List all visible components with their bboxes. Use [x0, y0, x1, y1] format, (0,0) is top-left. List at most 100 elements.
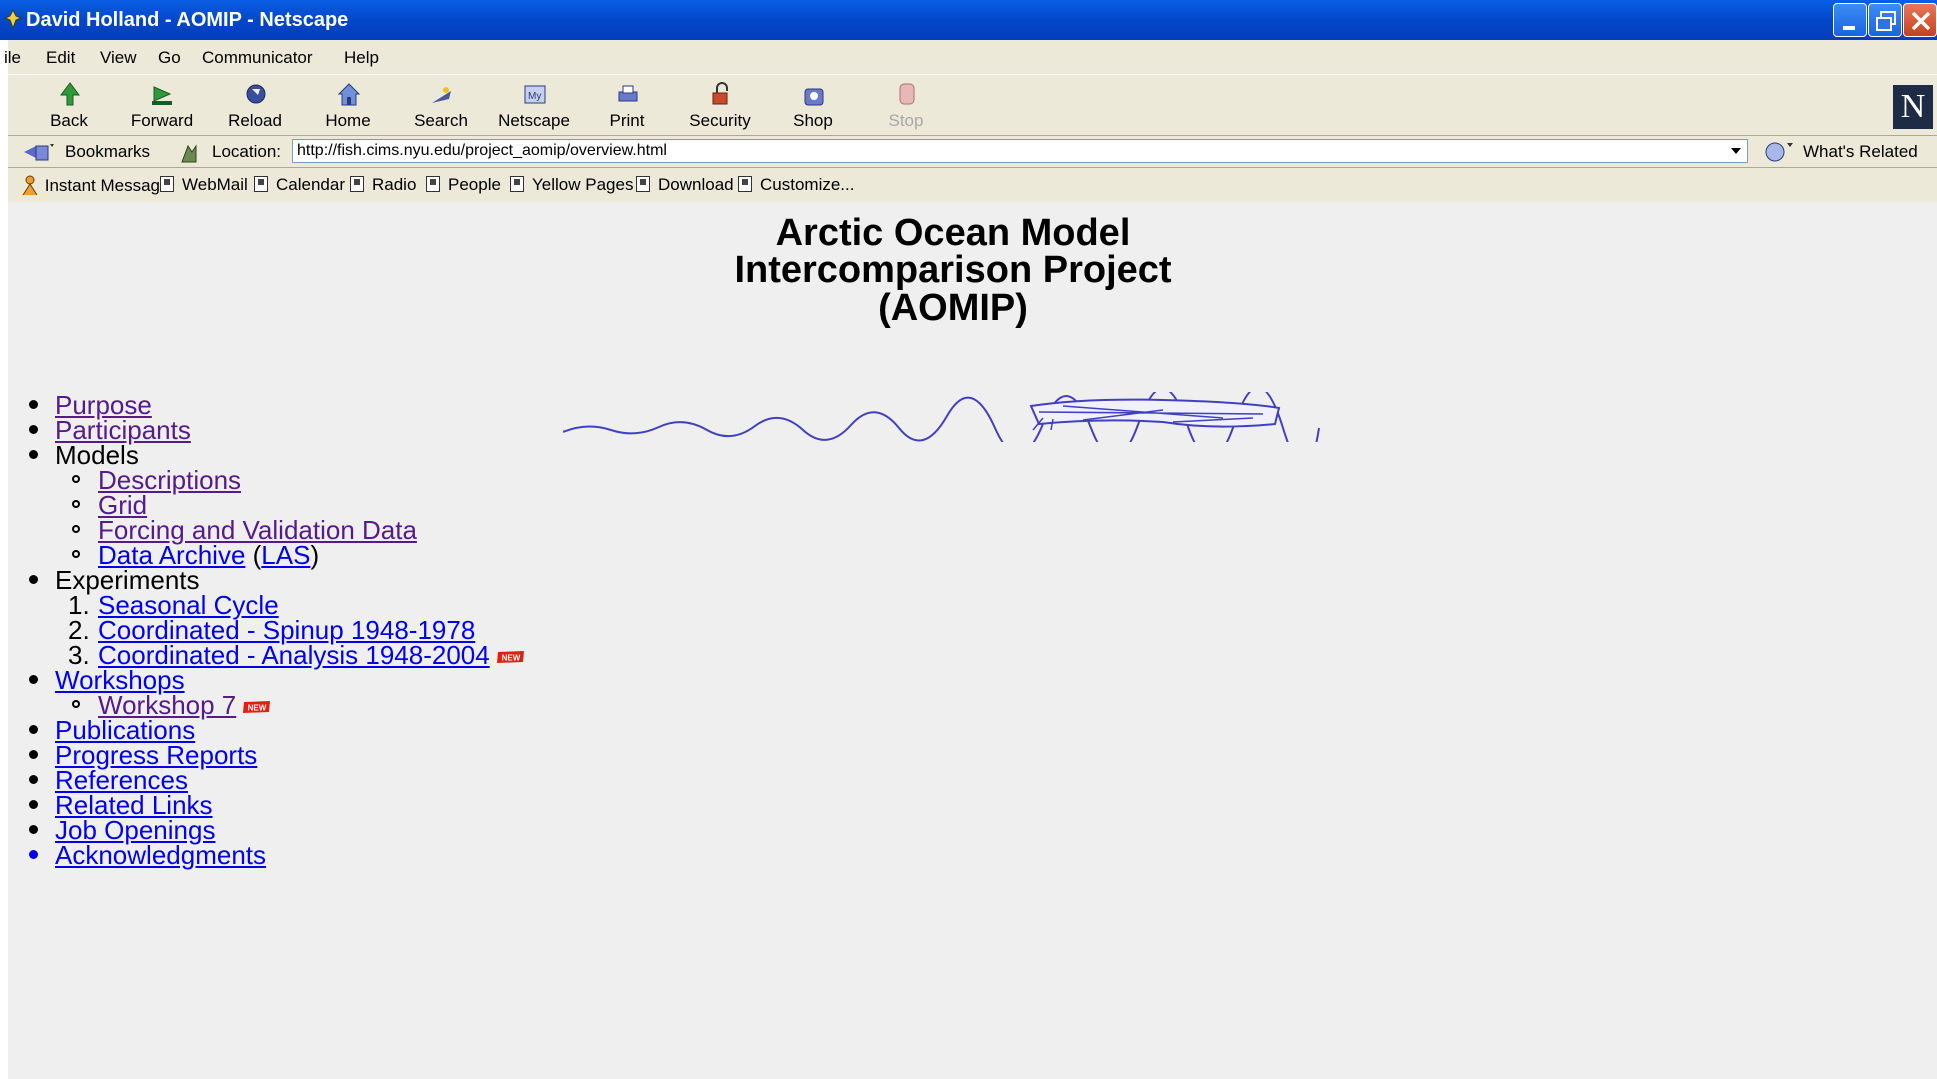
back-button[interactable]: Back: [26, 75, 112, 137]
yellow-pages-button[interactable]: Yellow Pages: [510, 175, 633, 195]
customize-label: Customize...: [760, 175, 855, 194]
whats-related-button[interactable]: What's Related: [1803, 142, 1918, 162]
stop-button[interactable]: Stop: [863, 75, 949, 137]
search-icon: [432, 87, 451, 103]
restore-button[interactable]: [1868, 3, 1902, 37]
reload-button[interactable]: Reload: [212, 75, 298, 137]
menu-file[interactable]: ile: [4, 48, 21, 68]
svg-text:My: My: [528, 91, 541, 102]
webmail-label: WebMail: [182, 175, 248, 194]
las-link[interactable]: LAS: [261, 540, 310, 570]
personal-toolbar: Instant Message WebMail Calendar Radio P…: [8, 168, 1937, 202]
bookmark-icon: [350, 176, 364, 192]
list-bullet: [29, 675, 38, 684]
netscape-logo-icon: N: [1893, 85, 1933, 129]
whats-related-icon[interactable]: [1761, 140, 1797, 164]
print-button[interactable]: Print: [584, 75, 670, 137]
minimize-icon: [1843, 26, 1855, 30]
location-bar: Bookmarks Location: What's Related: [8, 136, 1937, 168]
security-label: Security: [689, 111, 751, 130]
location-label: Location:: [212, 142, 281, 161]
bookmark-icon: [426, 176, 440, 192]
forward-label: Forward: [130, 111, 194, 130]
url-input[interactable]: [292, 139, 1748, 163]
lock-icon: [712, 82, 728, 105]
menu-go[interactable]: Go: [158, 48, 181, 68]
bookmark-icon: [254, 176, 268, 192]
netscape-button[interactable]: My Netscape: [491, 75, 577, 137]
bookmarks-icon[interactable]: [22, 142, 56, 162]
stop-label: Stop: [888, 111, 924, 130]
bookmark-icon: [160, 176, 174, 192]
home-label: Home: [325, 111, 371, 130]
calendar-button[interactable]: Calendar: [254, 175, 345, 195]
print-icon: [618, 85, 638, 102]
close-button[interactable]: [1903, 3, 1937, 37]
print-label: Print: [609, 111, 645, 130]
list-bullet: [29, 800, 38, 809]
netscape-app-icon: [4, 8, 22, 30]
browser-chrome: ile Edit View Go Communicator Help Back …: [4, 40, 1937, 202]
list-bullet: [29, 725, 38, 734]
new-badge-icon: NEW: [243, 701, 271, 714]
menu-edit[interactable]: Edit: [46, 48, 75, 68]
list-bullet: [29, 425, 38, 434]
list-circle: [72, 500, 80, 508]
list-bullet: [29, 850, 38, 859]
minimize-button[interactable]: [1833, 3, 1867, 37]
navigation-toolbar: Back Forward Reload Home Search My Netsc…: [8, 74, 1937, 136]
menu-communicator[interactable]: Communicator: [202, 48, 313, 68]
shop-bag-icon: [804, 88, 824, 106]
home-button[interactable]: Home: [305, 75, 391, 137]
page-title-line-2: Intercomparison Project: [734, 249, 1172, 291]
bookmarks-button[interactable]: Bookmarks: [65, 142, 150, 162]
bookmark-icon: [510, 176, 524, 192]
netscape-label: Netscape: [498, 111, 570, 130]
radio-button[interactable]: Radio: [350, 175, 416, 195]
back-label: Back: [50, 111, 88, 130]
reload-label: Reload: [228, 111, 282, 130]
list-bullet: [29, 825, 38, 834]
instant-message-button[interactable]: Instant Message: [20, 175, 169, 196]
close-icon: [1911, 11, 1931, 31]
new-badge-text: NEW: [501, 654, 520, 663]
reload-icon: [246, 84, 266, 104]
forward-button[interactable]: Forward: [119, 75, 205, 137]
page-title-line-3: (AOMIP): [878, 287, 1028, 329]
back-arrow-icon: [60, 82, 80, 106]
list-bullet: [29, 750, 38, 759]
list-bullet: [29, 575, 38, 584]
list-circle: [72, 475, 80, 483]
list-bullet: [29, 775, 38, 784]
people-label: People: [448, 175, 501, 194]
webmail-button[interactable]: WebMail: [160, 175, 248, 195]
page-content: Arctic Ocean Model Intercomparison Proje…: [8, 202, 1937, 1079]
bookmark-icon: [738, 176, 752, 192]
menu-help[interactable]: Help: [344, 48, 379, 68]
window-title: David Holland - AOMIP - Netscape: [26, 9, 349, 31]
security-button[interactable]: Security: [677, 75, 763, 137]
radio-label: Radio: [372, 175, 417, 194]
shop-button[interactable]: Shop: [770, 75, 856, 137]
download-button[interactable]: Download: [636, 175, 734, 195]
iceberg-illustration: [563, 392, 1320, 442]
menu-view[interactable]: View: [100, 48, 137, 68]
customize-button[interactable]: Customize...: [738, 175, 854, 195]
acknowledgments-link[interactable]: Acknowledgments: [55, 840, 266, 871]
search-button[interactable]: Search: [398, 75, 484, 137]
calendar-label: Calendar: [276, 175, 345, 194]
forward-arrow-icon: [152, 86, 172, 105]
shop-label: Shop: [793, 111, 833, 130]
list-circle: [72, 700, 80, 708]
chevron-down-icon[interactable]: [1728, 143, 1744, 159]
people-button[interactable]: People: [426, 175, 501, 195]
browser-window: David Holland - AOMIP - Netscape ile Edi…: [0, 0, 1937, 1079]
new-badge-icon: NEW: [496, 651, 524, 664]
restore-icon: [1876, 11, 1896, 31]
list-bullet: [29, 450, 38, 459]
menu-bar: ile Edit View Go Communicator Help: [4, 40, 1937, 74]
home-icon: [337, 83, 361, 106]
search-label: Search: [414, 111, 468, 130]
title-bar: David Holland - AOMIP - Netscape: [0, 0, 1937, 40]
location-page-icon[interactable]: [178, 142, 200, 164]
